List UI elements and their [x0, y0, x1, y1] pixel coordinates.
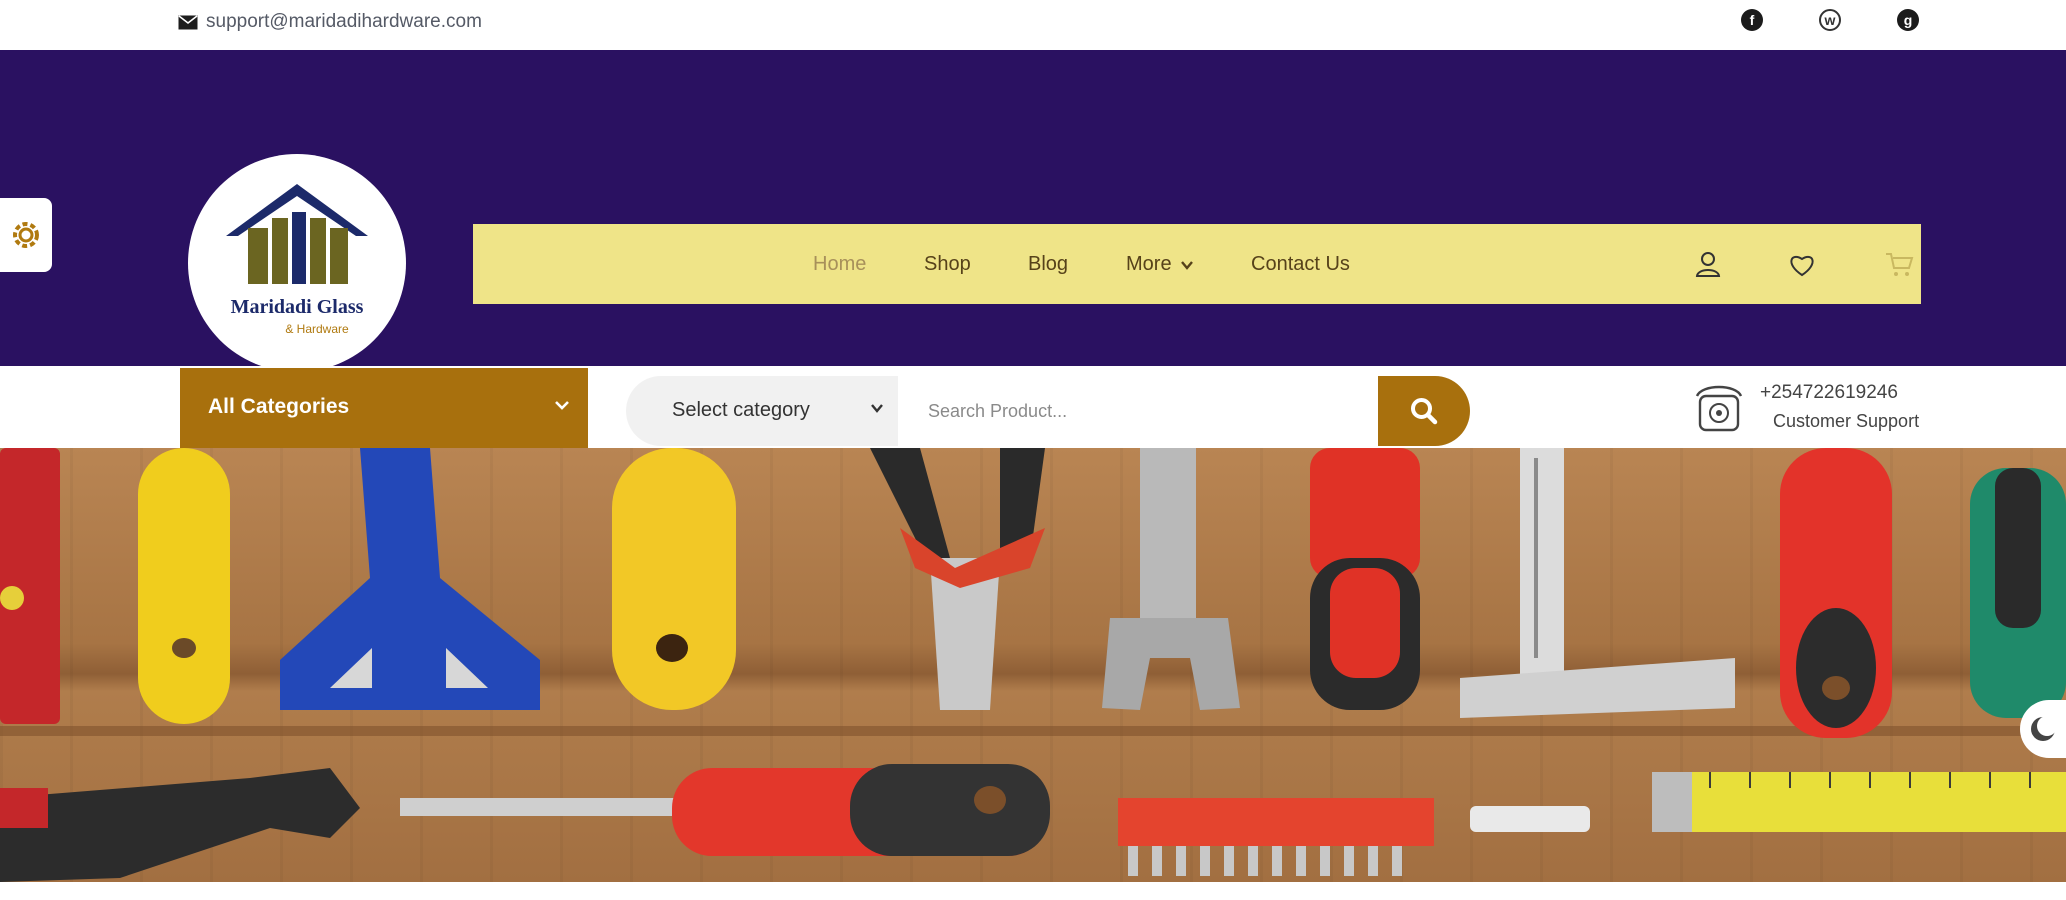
- all-categories-label: All Categories: [208, 395, 350, 418]
- tools-on-wood-image: [0, 448, 2066, 882]
- gear-icon: [13, 222, 39, 248]
- cart-icon: [1886, 253, 1914, 276]
- chevron-down-icon: [1181, 261, 1194, 270]
- top-bar: support@maridadihardware.com f w g: [0, 0, 2066, 50]
- whatsapp-icon[interactable]: w: [1819, 9, 1841, 31]
- moon-icon: [2031, 716, 2057, 741]
- settings-button[interactable]: [0, 198, 52, 272]
- all-categories-dropdown[interactable]: All Categories: [180, 368, 588, 448]
- heart-icon: [1790, 256, 1814, 277]
- search-input[interactable]: [898, 376, 1378, 446]
- support-label: Customer Support: [1773, 411, 1920, 431]
- nav-contact-us[interactable]: Contact Us: [1251, 224, 1350, 304]
- select-category-dropdown[interactable]: Select category: [626, 376, 898, 446]
- nav-home[interactable]: Home: [813, 224, 866, 304]
- support-email[interactable]: support@maridadihardware.com: [178, 10, 482, 34]
- logo-tagline: & Hardware: [285, 322, 349, 336]
- chevron-down-icon: [871, 404, 883, 413]
- site-logo[interactable]: Maridadi Glass & Hardware: [188, 154, 406, 372]
- facebook-icon[interactable]: f: [1741, 9, 1763, 31]
- support-phone[interactable]: +254722619246: [1760, 382, 1898, 404]
- hero-banner: [0, 448, 2066, 882]
- search-button[interactable]: [1378, 376, 1470, 446]
- support-email-text: support@maridadihardware.com: [206, 11, 482, 32]
- cart-button[interactable]: [1883, 248, 1915, 280]
- house-tools-icon: [226, 184, 368, 284]
- chevron-down-icon: [555, 401, 569, 410]
- site-header: Maridadi Glass & Hardware Home Shop Blog…: [0, 50, 2066, 372]
- telephone-icon: [1695, 385, 1743, 432]
- nav-blog[interactable]: Blog: [1028, 224, 1068, 304]
- account-button[interactable]: [1692, 248, 1724, 280]
- wishlist-button[interactable]: [1786, 248, 1818, 280]
- nav-more-label: More: [1126, 253, 1172, 275]
- select-category-label: Select category: [672, 399, 810, 421]
- search-bar-row: All Categories Select category +25472261…: [0, 366, 2066, 448]
- nav-shop[interactable]: Shop: [924, 224, 971, 304]
- main-nav: Home Shop Blog More Contact Us: [473, 224, 1921, 304]
- nav-more[interactable]: More: [1126, 224, 1194, 304]
- logo-brand-name: Maridadi Glass: [230, 296, 364, 318]
- user-icon: [1695, 252, 1721, 277]
- search-icon: [1411, 398, 1438, 425]
- globe-icon[interactable]: g: [1897, 9, 1919, 31]
- envelope-icon: [178, 14, 198, 29]
- page-content-start: [0, 882, 2066, 900]
